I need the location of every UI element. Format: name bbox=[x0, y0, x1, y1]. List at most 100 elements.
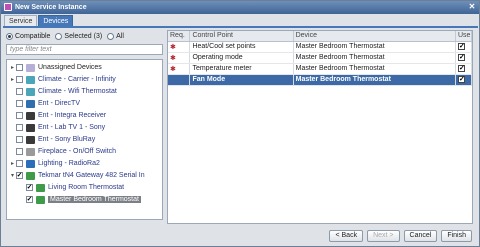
app-icon bbox=[4, 3, 12, 11]
device-tree[interactable]: ▸ Unassigned Devices ▸ Climate - Carrier - … bbox=[6, 59, 163, 220]
title-bar[interactable]: New Service Instance ✕ bbox=[1, 1, 479, 14]
cell-req: ✱ bbox=[168, 52, 191, 64]
tree-item-label[interactable]: Fireplace - On/Off Switch bbox=[38, 148, 116, 155]
finish-button[interactable]: Finish bbox=[441, 230, 472, 242]
device-icon bbox=[26, 135, 35, 144]
radio-all-label: All bbox=[116, 32, 124, 40]
tab-devices[interactable]: Devices bbox=[38, 15, 74, 26]
tree-item[interactable]: ✓ Master Bedroom Thermostat bbox=[19, 194, 141, 205]
radio-selected[interactable]: Selected (3) bbox=[55, 32, 103, 40]
tab-bar: Service Devices bbox=[4, 15, 74, 26]
tree-item[interactable]: ▸ Unassigned Devices bbox=[9, 62, 102, 73]
use-checkbox[interactable] bbox=[457, 75, 465, 83]
cell-device: Master Bedroom Thermostat bbox=[293, 52, 456, 64]
col-header-device[interactable]: Device bbox=[293, 31, 456, 42]
radio-all-dot[interactable] bbox=[107, 32, 115, 40]
device-icon bbox=[36, 183, 45, 192]
tree-item[interactable]: Fireplace - On/Off Switch bbox=[9, 146, 116, 157]
radio-compatible[interactable]: Compatible bbox=[6, 32, 50, 40]
tree-item-checkbox[interactable] bbox=[16, 136, 23, 143]
cell-req bbox=[168, 74, 191, 86]
table-row[interactable]: Fan Mode Master Bedroom Thermostat bbox=[168, 74, 473, 86]
tree-item-label[interactable]: Ent - Lab TV 1 - Sony bbox=[38, 124, 105, 131]
tree-item-label[interactable]: Unassigned Devices bbox=[38, 64, 102, 71]
expand-icon[interactable]: ▸ bbox=[9, 64, 16, 71]
table-row[interactable]: ✱ Temperature meter Master Bedroom Thermos… bbox=[168, 63, 473, 75]
col-header-control-point[interactable]: Control Point bbox=[189, 31, 294, 42]
tree-item-label[interactable]: Master Bedroom Thermostat bbox=[48, 196, 141, 203]
back-button[interactable]: < Back bbox=[329, 230, 364, 242]
device-icon bbox=[26, 111, 35, 120]
control-point-table: Req. Control Point Device Use ✱ Heat/Cool… bbox=[168, 31, 473, 86]
control-point-table-panel: Req. Control Point Device Use ✱ Heat/Cool… bbox=[167, 30, 473, 224]
expand-icon[interactable]: ▸ bbox=[9, 160, 16, 167]
wizard-buttons: < Back Next > Cancel Finish bbox=[329, 230, 472, 242]
tab-underline bbox=[3, 26, 478, 28]
expand-icon[interactable]: ▸ bbox=[9, 76, 16, 83]
device-icon bbox=[26, 87, 35, 96]
tree-item[interactable]: Ent - Integra Receiver bbox=[9, 110, 106, 121]
tree-item-checkbox[interactable]: ✓ bbox=[16, 172, 23, 179]
radio-all[interactable]: All bbox=[107, 32, 124, 40]
tree-item-label[interactable]: Living Room Thermostat bbox=[48, 184, 124, 191]
cell-device: Master Bedroom Thermostat bbox=[293, 41, 456, 53]
collapse-icon[interactable]: ▾ bbox=[9, 172, 16, 179]
tab-service[interactable]: Service bbox=[4, 15, 38, 26]
device-icon bbox=[26, 159, 35, 168]
filter-mode-group: Compatible Selected (3) All bbox=[6, 30, 163, 42]
device-icon bbox=[26, 171, 35, 180]
cell-device: Master Bedroom Thermostat bbox=[293, 74, 456, 86]
cell-req: ✱ bbox=[168, 63, 191, 75]
use-checkbox[interactable] bbox=[457, 42, 465, 50]
col-header-use[interactable]: Use bbox=[455, 31, 473, 42]
cancel-button[interactable]: Cancel bbox=[403, 230, 438, 242]
tree-item[interactable]: Ent - DirecTV bbox=[9, 98, 80, 109]
tree-item[interactable]: Climate - Wifi Thermostat bbox=[9, 86, 117, 97]
tree-item-checkbox[interactable] bbox=[16, 64, 23, 71]
tree-item[interactable]: ▾ ✓ Tekmar tN4 Gateway 482 Serial In bbox=[9, 170, 145, 181]
device-icon bbox=[26, 63, 35, 72]
cell-device: Master Bedroom Thermostat bbox=[293, 63, 456, 75]
tree-item-label[interactable]: Lighting - RadioRa2 bbox=[38, 160, 100, 167]
tree-item[interactable]: ▸ Lighting - RadioRa2 bbox=[9, 158, 100, 169]
tree-item-checkbox[interactable] bbox=[16, 160, 23, 167]
col-header-req[interactable]: Req. bbox=[168, 31, 191, 42]
tree-item[interactable]: ▸ Climate - Carrier - Infinity bbox=[9, 74, 116, 85]
tree-item-label[interactable]: Climate - Wifi Thermostat bbox=[38, 88, 117, 95]
tree-item-label[interactable]: Tekmar tN4 Gateway 482 Serial In bbox=[38, 172, 145, 179]
table-row[interactable]: ✱ Heat/Cool set points Master Bedroom Ther… bbox=[168, 41, 473, 53]
device-picker-panel: Compatible Selected (3) All type filter … bbox=[6, 30, 163, 224]
tree-item-checkbox[interactable] bbox=[16, 76, 23, 83]
tree-item-checkbox[interactable] bbox=[16, 88, 23, 95]
cell-control-point: Heat/Cool set points bbox=[189, 41, 294, 53]
tree-item-label[interactable]: Ent - DirecTV bbox=[38, 100, 80, 107]
tree-item[interactable]: ✓ Living Room Thermostat bbox=[19, 182, 124, 193]
dialog-window: New Service Instance ✕ Service Devices C… bbox=[0, 0, 480, 247]
cell-req: ✱ bbox=[168, 41, 191, 53]
window-title: New Service Instance bbox=[15, 4, 87, 11]
radio-selected-label: Selected (3) bbox=[64, 32, 103, 40]
table-row[interactable]: ✱ Operating mode Master Bedroom Thermostat bbox=[168, 52, 473, 64]
tree-item-checkbox[interactable] bbox=[16, 100, 23, 107]
tree-item-checkbox[interactable]: ✓ bbox=[26, 184, 33, 191]
next-button[interactable]: Next > bbox=[367, 230, 400, 242]
tree-item-checkbox[interactable]: ✓ bbox=[26, 196, 33, 203]
tree-item-label[interactable]: Ent - Sony BluRay bbox=[38, 136, 95, 143]
tree-item-checkbox[interactable] bbox=[16, 148, 23, 155]
use-checkbox[interactable] bbox=[457, 53, 465, 61]
tree-item[interactable]: Ent - Lab TV 1 - Sony bbox=[9, 122, 105, 133]
cell-use bbox=[455, 63, 473, 75]
tree-item[interactable]: Ent - Sony BluRay bbox=[9, 134, 95, 145]
tree-item-checkbox[interactable] bbox=[16, 112, 23, 119]
filter-input[interactable]: type filter text bbox=[6, 44, 163, 55]
radio-compatible-dot[interactable] bbox=[6, 32, 13, 40]
tree-item-label[interactable]: Climate - Carrier - Infinity bbox=[38, 76, 116, 83]
cell-control-point: Fan Mode bbox=[189, 74, 294, 86]
tree-item-checkbox[interactable] bbox=[16, 124, 23, 131]
cell-control-point: Temperature meter bbox=[189, 63, 294, 75]
device-icon bbox=[36, 195, 45, 204]
tree-item-label[interactable]: Ent - Integra Receiver bbox=[38, 112, 106, 119]
radio-selected-dot[interactable] bbox=[55, 32, 63, 40]
close-icon[interactable]: ✕ bbox=[468, 3, 476, 11]
use-checkbox[interactable] bbox=[457, 64, 465, 72]
